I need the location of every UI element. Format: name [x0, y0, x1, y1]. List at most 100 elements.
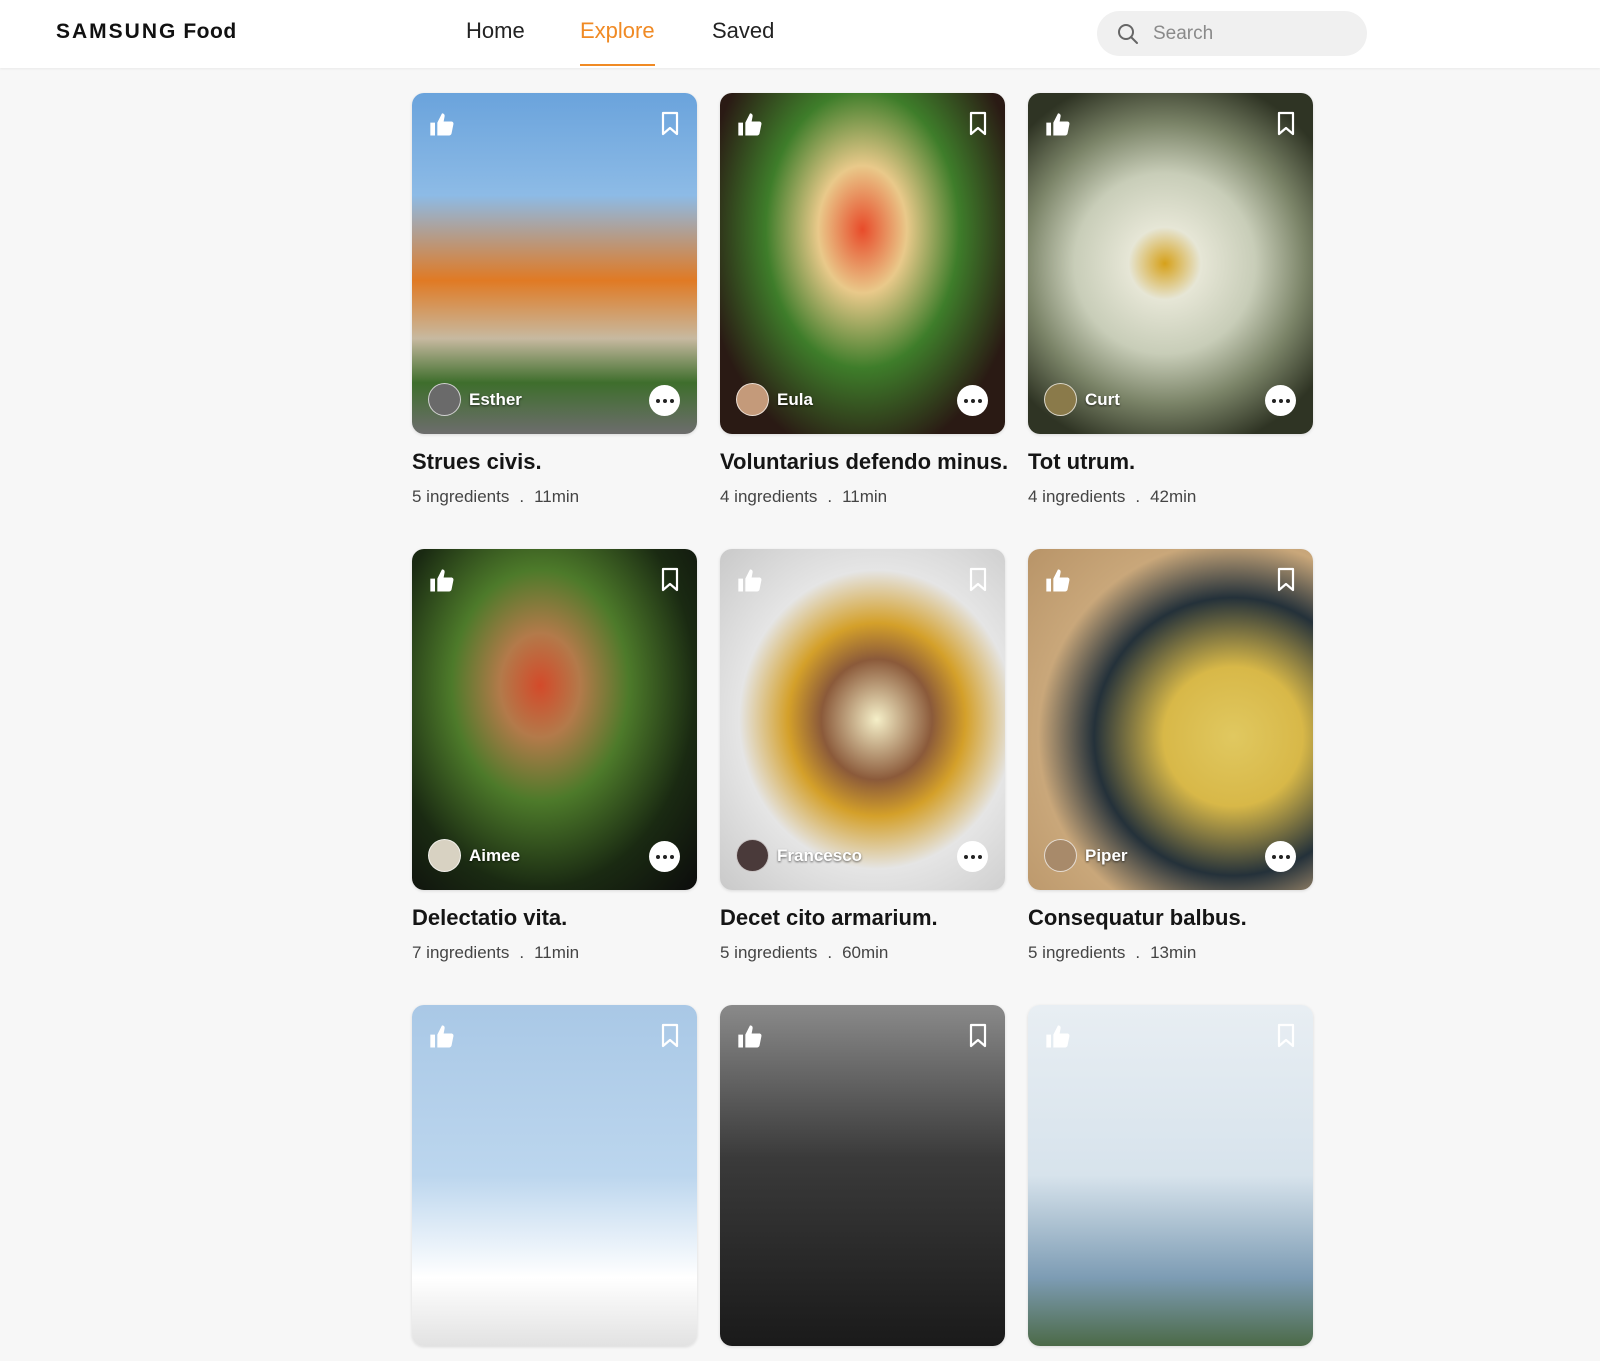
author-name: Francesco: [777, 845, 863, 865]
bookmark-icon[interactable]: [967, 111, 989, 137]
recipe-image[interactable]: [720, 1005, 1005, 1346]
cook-time: 60min: [842, 943, 889, 962]
thumbs-up-icon[interactable]: [428, 1023, 456, 1051]
recipe-title[interactable]: Consequatur balbus.: [1028, 905, 1313, 931]
bookmark-icon[interactable]: [1275, 1023, 1297, 1049]
nav-home[interactable]: Home: [466, 18, 525, 66]
meta-separator: .: [519, 943, 525, 962]
more-options-button[interactable]: [649, 385, 680, 416]
bookmark-icon[interactable]: [1275, 111, 1297, 137]
recipe-image[interactable]: [1028, 1005, 1313, 1346]
thumbs-up-icon[interactable]: [736, 1023, 764, 1051]
recipe-image[interactable]: Piper: [1028, 549, 1313, 890]
thumbs-up-icon[interactable]: [736, 111, 764, 139]
ingredient-count: 5 ingredients: [1028, 943, 1126, 962]
bookmark-icon[interactable]: [967, 567, 989, 593]
recipe-card[interactable]: .: [1028, 1005, 1313, 1361]
recipe-title[interactable]: Tot utrum.: [1028, 449, 1313, 475]
recipe-card[interactable]: Francesco Decet cito armarium. 5 ingredi…: [720, 549, 1005, 963]
meta-separator: .: [1135, 943, 1141, 962]
cook-time: 11min: [534, 943, 580, 962]
recipe-image[interactable]: Curt: [1028, 93, 1313, 434]
recipe-meta: 5 ingredients. 11min: [412, 487, 697, 507]
recipe-author[interactable]: Piper: [1044, 839, 1128, 872]
meta-separator: .: [1135, 487, 1141, 506]
recipe-image[interactable]: Esther: [412, 93, 697, 434]
ingredient-count: 5 ingredients: [412, 487, 510, 506]
cook-time: 11min: [534, 487, 580, 506]
recipe-card[interactable]: Esther Strues civis. 5 ingredients. 11min: [412, 93, 697, 507]
cook-time: 42min: [1150, 487, 1197, 506]
bookmark-icon[interactable]: [659, 567, 681, 593]
lake-landscape-photo: [1028, 1005, 1313, 1346]
ingredient-count: 4 ingredients: [720, 487, 818, 506]
recipe-meta: 4 ingredients. 11min: [720, 487, 1005, 507]
recipe-card[interactable]: Eula Voluntarius defendo minus. 4 ingred…: [720, 93, 1008, 507]
black-and-white-street-scene-photo: [720, 1005, 1005, 1346]
more-options-button[interactable]: [957, 841, 988, 872]
recipe-image[interactable]: Eula: [720, 93, 1005, 434]
more-options-button[interactable]: [957, 385, 988, 416]
logo-brand: SAMSUNG: [56, 20, 178, 43]
recipe-card[interactable]: Aimee Delectatio vita. 7 ingredients. 11m…: [412, 549, 697, 963]
more-options-button[interactable]: [1265, 385, 1296, 416]
author-name: Curt: [1085, 389, 1120, 409]
recipe-card[interactable]: Piper Consequatur balbus. 5 ingredients.…: [1028, 549, 1313, 963]
nav-saved[interactable]: Saved: [712, 18, 774, 66]
thumbs-up-icon[interactable]: [428, 567, 456, 595]
thumbs-up-icon[interactable]: [1044, 111, 1072, 139]
recipe-title[interactable]: Strues civis.: [412, 449, 697, 475]
bookmark-icon[interactable]: [1275, 567, 1297, 593]
recipe-title[interactable]: Voluntarius defendo minus.: [720, 449, 1008, 475]
recipe-image[interactable]: Aimee: [412, 549, 697, 890]
more-options-button[interactable]: [1265, 841, 1296, 872]
thumbs-up-icon[interactable]: [428, 111, 456, 139]
samsung-food-logo[interactable]: SAMSUNG Food: [56, 20, 237, 44]
logo-product: Food: [183, 20, 237, 43]
thumbs-up-icon[interactable]: [736, 567, 764, 595]
search-icon: [1118, 23, 1138, 44]
avatar: [1044, 383, 1077, 416]
protest-sign-scene-photo: [412, 1005, 697, 1346]
bookmark-icon[interactable]: [659, 1023, 681, 1049]
search-bar[interactable]: [1097, 11, 1367, 56]
recipe-author[interactable]: Curt: [1044, 383, 1120, 416]
cook-time: 11min: [842, 487, 888, 506]
recipe-meta: 5 ingredients. 13min: [1028, 943, 1313, 963]
recipe-card[interactable]: Curt Tot utrum. 4 ingredients. 42min: [1028, 93, 1313, 507]
recipe-author[interactable]: Esther: [428, 383, 522, 416]
recipe-image[interactable]: [412, 1005, 697, 1346]
recipe-meta: 7 ingredients. 11min: [412, 943, 697, 963]
avatar: [428, 839, 461, 872]
bookmark-icon[interactable]: [659, 111, 681, 137]
meta-separator: .: [827, 487, 833, 506]
avatar: [736, 839, 769, 872]
author-name: Piper: [1085, 845, 1128, 865]
search-input[interactable]: [1151, 21, 1345, 46]
recipe-author[interactable]: Aimee: [428, 839, 520, 872]
avatar: [428, 383, 461, 416]
nav-explore[interactable]: Explore: [580, 18, 655, 66]
avatar: [1044, 839, 1077, 872]
ingredient-count: 5 ingredients: [720, 943, 818, 962]
recipe-card[interactable]: .: [412, 1005, 697, 1361]
more-options-button[interactable]: [649, 841, 680, 872]
recipe-card[interactable]: .: [720, 1005, 1005, 1361]
meta-separator: .: [827, 943, 833, 962]
recipe-title[interactable]: Decet cito armarium.: [720, 905, 1005, 931]
recipe-author[interactable]: Eula: [736, 383, 813, 416]
recipe-meta: 4 ingredients. 42min: [1028, 487, 1313, 507]
author-name: Eula: [777, 389, 813, 409]
recipe-image[interactable]: Francesco: [720, 549, 1005, 890]
author-name: Esther: [469, 389, 522, 409]
top-header: SAMSUNG Food Home Explore Saved: [0, 0, 1600, 68]
avatar: [736, 383, 769, 416]
bookmark-icon[interactable]: [967, 1023, 989, 1049]
thumbs-up-icon[interactable]: [1044, 567, 1072, 595]
author-name: Aimee: [469, 845, 521, 865]
thumbs-up-icon[interactable]: [1044, 1023, 1072, 1051]
recipe-title[interactable]: Delectatio vita.: [412, 905, 697, 931]
ingredient-count: 4 ingredients: [1028, 487, 1126, 506]
recipe-author[interactable]: Francesco: [736, 839, 862, 872]
recipe-meta: 5 ingredients. 60min: [720, 943, 1005, 963]
